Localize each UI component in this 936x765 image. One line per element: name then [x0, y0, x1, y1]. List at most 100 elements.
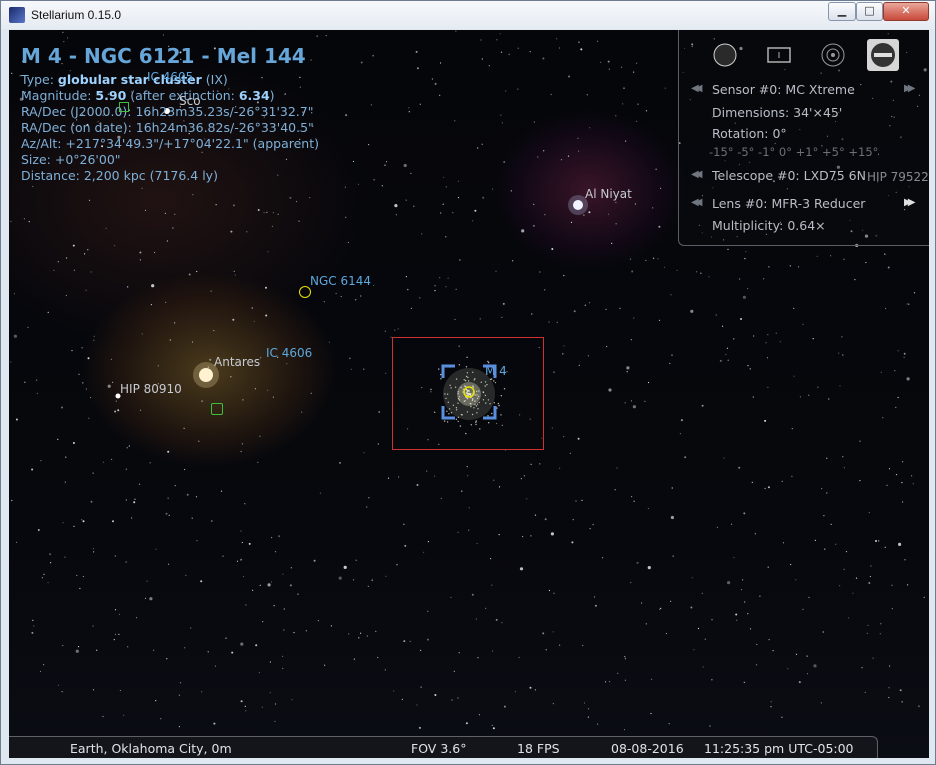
background-star	[155, 548, 157, 550]
background-star	[806, 673, 809, 675]
label-hip80910[interactable]: HIP 80910	[120, 382, 182, 396]
sensor-next-arrow[interactable]: ▶▶	[904, 83, 918, 95]
background-star	[770, 706, 772, 708]
background-star	[912, 483, 914, 485]
background-star	[747, 288, 749, 290]
background-star	[775, 332, 777, 334]
minimize-button[interactable]: ▁	[828, 2, 856, 21]
background-star	[240, 530, 242, 532]
background-star	[578, 41, 580, 43]
background-star	[622, 103, 624, 105]
background-star	[830, 255, 832, 257]
background-star	[624, 658, 627, 660]
background-star	[49, 553, 52, 556]
background-star	[39, 670, 42, 673]
background-star	[817, 386, 819, 388]
background-star	[90, 271, 92, 273]
background-star	[472, 220, 474, 222]
label-al-niyat[interactable]: Al Niyat	[585, 187, 632, 201]
background-star	[452, 212, 454, 214]
background-star	[711, 619, 713, 621]
label-ngc6144[interactable]: NGC 6144	[310, 274, 371, 288]
background-star	[174, 213, 176, 215]
background-star	[24, 381, 26, 383]
background-star	[141, 333, 143, 335]
background-star	[633, 71, 635, 73]
sky-view[interactable]: M 4 - NGC 6121 - Mel 144 Type: globular …	[9, 30, 929, 758]
background-star	[568, 75, 570, 78]
background-star	[139, 409, 142, 411]
background-star	[716, 526, 719, 528]
sensor-name: Sensor #0: MC Xtreme	[712, 82, 855, 97]
label-sco[interactable]: Sco	[179, 94, 201, 108]
stellarium-app-icon	[9, 7, 25, 23]
window-title: Stellarium 0.15.0	[31, 8, 122, 22]
background-star	[655, 168, 657, 170]
background-star	[265, 286, 267, 289]
sensor-prev-arrow[interactable]: ◀◀	[691, 83, 705, 95]
background-star	[118, 633, 120, 636]
background-star	[480, 39, 482, 41]
background-star	[548, 589, 551, 592]
time-text[interactable]: 11:25:35 pm UTC-05:00	[704, 741, 854, 756]
background-star	[62, 522, 64, 524]
background-star	[416, 704, 418, 706]
background-star	[82, 575, 84, 578]
background-star	[843, 568, 845, 570]
background-star	[548, 321, 550, 323]
lens-next-arrow[interactable]: ▶▶	[904, 197, 918, 209]
background-star	[117, 409, 120, 411]
rotation-step-buttons[interactable]: -15° -5° -1° 0° +1° +5° +15°	[709, 145, 878, 159]
background-star	[742, 295, 747, 299]
label-ic4605[interactable]: IC 4605	[147, 70, 193, 84]
title-bar[interactable]: Stellarium 0.15.0 ▁ □ ✕	[1, 1, 935, 29]
background-star	[781, 716, 783, 718]
background-star	[581, 499, 583, 501]
background-star	[37, 529, 40, 531]
background-star	[445, 236, 447, 238]
background-star	[664, 87, 666, 89]
ic4606-marker[interactable]	[211, 403, 223, 415]
background-star	[795, 653, 798, 655]
background-star	[102, 461, 105, 463]
background-star	[647, 381, 650, 384]
background-star	[660, 607, 662, 610]
background-star	[410, 172, 412, 174]
background-star	[445, 186, 447, 188]
background-star	[532, 224, 535, 227]
background-star	[338, 576, 342, 580]
ocular-toggle-button[interactable]	[709, 39, 741, 71]
background-star	[481, 58, 483, 60]
lens-prev-arrow[interactable]: ◀◀	[691, 197, 705, 209]
background-star	[550, 93, 552, 96]
background-star	[240, 700, 243, 703]
close-button[interactable]: ✕	[883, 2, 929, 21]
background-star	[166, 658, 168, 660]
background-star	[339, 461, 341, 464]
background-star	[727, 359, 729, 361]
ngc6144-marker[interactable]	[299, 286, 311, 298]
background-star	[519, 567, 524, 571]
background-star	[498, 486, 501, 488]
magnitude-value: 5.90	[95, 88, 127, 103]
location-text[interactable]: Earth, Oklahoma City, 0m	[70, 741, 232, 756]
telescope-prev-arrow[interactable]: ◀◀	[691, 169, 705, 181]
sensor-toggle-button[interactable]	[763, 39, 795, 71]
background-star	[481, 143, 483, 145]
background-star	[363, 452, 365, 454]
maximize-button[interactable]: □	[856, 2, 883, 21]
background-star	[701, 592, 703, 595]
label-antares[interactable]: Antares	[214, 355, 260, 369]
background-star	[344, 186, 346, 188]
background-star	[297, 593, 299, 595]
background-star	[586, 94, 588, 96]
label-ic4606[interactable]: IC 4606	[266, 346, 312, 360]
background-star	[543, 150, 545, 152]
background-star	[544, 518, 547, 521]
telrad-toggle-button[interactable]	[817, 39, 849, 71]
configuration-button[interactable]	[867, 39, 899, 71]
ic4605-marker[interactable]	[119, 102, 129, 112]
date-text[interactable]: 08-08-2016	[611, 741, 684, 756]
background-star	[563, 436, 565, 438]
background-star	[848, 617, 850, 619]
